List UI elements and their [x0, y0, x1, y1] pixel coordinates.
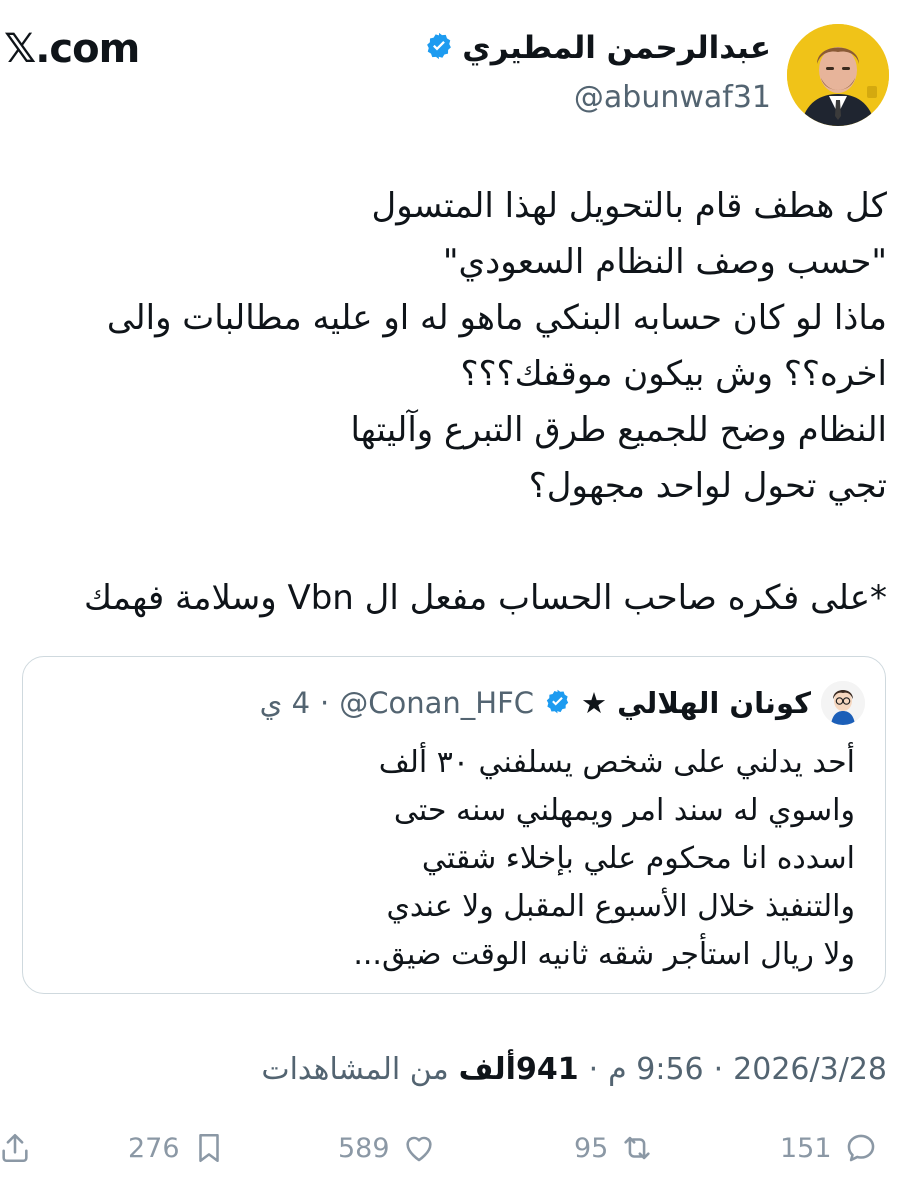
tweet-line: ماذا لو كان حسابه البنكي ماهو له او عليه… — [106, 298, 887, 338]
share-button[interactable] — [0, 1124, 32, 1172]
quoted-display-name[interactable]: كونان الهلالي ★ — [581, 686, 811, 720]
tweet-line: تجي تحول لواحد مجهول؟ — [528, 466, 887, 506]
repost-count: 95 — [574, 1132, 609, 1164]
quoted-line: والتنفيذ خلال الأسبوع المقبل ولا عندي — [386, 889, 855, 924]
tweet-line: اخره؟؟ وش بيكون موقفك؟؟؟ — [460, 354, 887, 394]
views-count: 941ألف — [459, 1052, 579, 1087]
dot-separator: · — [588, 1052, 599, 1087]
action-bar: 276 589 95 151 — [0, 1124, 907, 1172]
dot-separator: · — [713, 1052, 724, 1087]
quoted-tweet-header: كونان الهلالي ★ @Conan_HFC · 4 ي — [260, 681, 865, 725]
views-unit: ألف — [458, 1052, 516, 1087]
verified-badge-icon — [424, 31, 454, 65]
profile-photo-icon — [787, 24, 889, 126]
bookmark-button[interactable]: 276 — [128, 1124, 226, 1172]
like-button[interactable]: 589 — [338, 1124, 436, 1172]
reply-button[interactable]: 151 — [780, 1124, 878, 1172]
bookmark-icon — [198, 1133, 219, 1163]
author-display-name[interactable]: عبدالرحمن المطيري — [462, 30, 771, 66]
cartoon-avatar-icon — [821, 681, 865, 725]
quoted-line: اسدده انا محكوم علي بإخلاء شقتي — [421, 841, 855, 876]
quoted-time[interactable]: 4 ي — [260, 686, 310, 720]
author-handle[interactable]: @abunwaf31 — [574, 80, 771, 115]
share-icon — [2, 1133, 28, 1163]
tweet-line: "حسب وصف النظام السعودي" — [442, 242, 887, 282]
tweet-time[interactable]: 9:56 م — [608, 1052, 704, 1087]
reply-icon — [847, 1134, 874, 1162]
tweet-line: *على فكره صاحب الحساب مفعل ال Vbn وسلامة… — [83, 578, 887, 618]
repost-button[interactable]: 95 — [574, 1124, 654, 1172]
tweet-meta: 2026/3/28 · 9:56 م · 941ألف من المشاهدات — [261, 1052, 887, 1087]
repost-icon — [624, 1136, 650, 1160]
author-avatar[interactable] — [787, 24, 889, 126]
reply-count: 151 — [780, 1132, 832, 1164]
like-count: 589 — [338, 1132, 390, 1164]
quoted-tweet-card[interactable]: كونان الهلالي ★ @Conan_HFC · 4 ي أحد يدل… — [22, 656, 886, 994]
site-logo: 𝕏.com — [4, 26, 140, 72]
dot-separator: · — [320, 686, 330, 720]
views-number: 941 — [515, 1052, 579, 1087]
quoted-line: أحد يدلني على شخص يسلفني ٣٠ ألف — [378, 745, 855, 780]
quoted-tweet-text: أحد يدلني على شخص يسلفني ٣٠ ألف واسوي له… — [35, 739, 855, 979]
tweet-date[interactable]: 2026/3/28 — [733, 1052, 887, 1087]
heart-icon — [405, 1136, 432, 1162]
views-label: من المشاهدات — [261, 1052, 449, 1087]
quoted-line: ولا ريال استأجر شقه ثانيه الوقت ضيق... — [353, 937, 855, 972]
quoted-line: واسوي له سند امر ويمهلني سنه حتى — [393, 793, 855, 828]
verified-badge-icon — [544, 688, 571, 719]
tweet-line: النظام وضح للجميع طرق التبرع وآليتها — [350, 410, 887, 450]
author-name-row: عبدالرحمن المطيري — [424, 30, 771, 66]
bookmark-count: 276 — [128, 1132, 180, 1164]
quoted-handle[interactable]: @Conan_HFC — [339, 686, 534, 720]
tweet-line: كل هطف قام بالتحويل لهذا المتسول — [371, 186, 887, 226]
tweet-text: كل هطف قام بالتحويل لهذا المتسول "حسب وص… — [27, 178, 887, 626]
quoted-author-avatar[interactable] — [821, 681, 865, 725]
